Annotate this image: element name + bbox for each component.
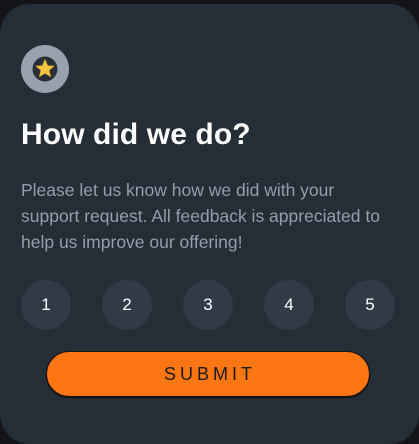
submit-button[interactable]: SUBMIT [46, 351, 370, 397]
star-badge [21, 45, 69, 93]
rating-options: 1 2 3 4 5 [21, 280, 395, 330]
rating-button-1[interactable]: 1 [21, 280, 71, 330]
rating-button-2[interactable]: 2 [102, 280, 152, 330]
rating-button-3[interactable]: 3 [183, 280, 233, 330]
rating-button-4[interactable]: 4 [264, 280, 314, 330]
card-title: How did we do? [21, 118, 251, 151]
rating-button-5[interactable]: 5 [345, 280, 395, 330]
star-icon [32, 56, 58, 82]
card-description: Please let us know how we did with your … [21, 180, 380, 252]
rating-card: How did we do? Please let us know how we… [0, 4, 419, 444]
